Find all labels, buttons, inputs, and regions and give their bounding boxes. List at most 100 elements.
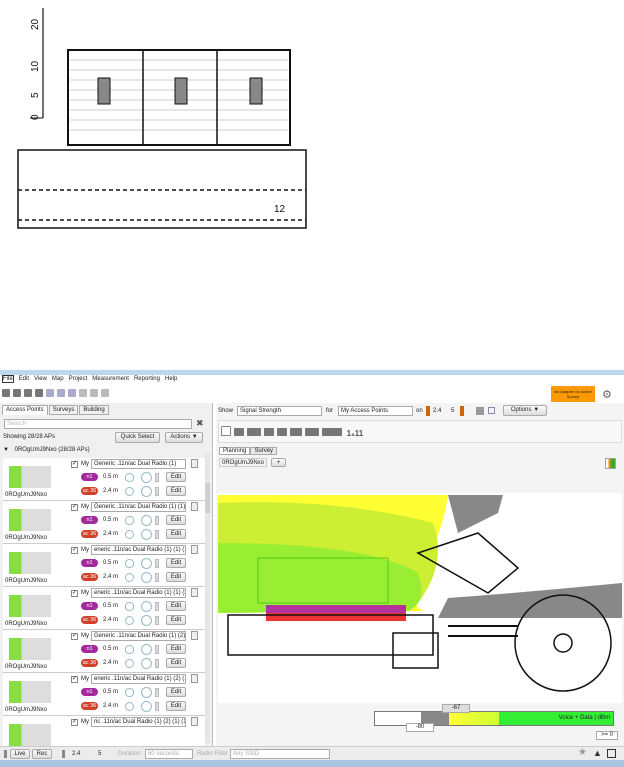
- menu-measurement[interactable]: Measurement: [92, 376, 129, 382]
- edit-radio-button[interactable]: Edit: [166, 615, 186, 625]
- antenna-direction-icon[interactable]: [141, 529, 152, 540]
- grid-icon[interactable]: [24, 389, 32, 397]
- ap-name-input[interactable]: ric .11n/ac Dual Radio (1) (2) (1) (1): [91, 717, 186, 727]
- grid-view-icon[interactable]: [234, 428, 244, 436]
- collapse-up-icon[interactable]: ▲: [593, 748, 602, 758]
- for-select[interactable]: My Access Points: [338, 406, 413, 416]
- status-band-5[interactable]: 5: [98, 751, 101, 757]
- open-icon[interactable]: [2, 389, 10, 397]
- ap-name-input[interactable]: Generic .11n/ac Dual Radio (1) (1): [91, 502, 186, 512]
- image-icon[interactable]: [247, 428, 261, 436]
- tab-access-points[interactable]: Access Points: [2, 405, 48, 415]
- ap-copy-icon[interactable]: [191, 588, 198, 597]
- ap-copy-icon[interactable]: [191, 502, 198, 511]
- power-slider[interactable]: [155, 516, 159, 525]
- menu-help[interactable]: Help: [165, 376, 177, 382]
- antenna-direction-icon[interactable]: [141, 615, 152, 626]
- edit-radio-button[interactable]: Edit: [166, 486, 186, 496]
- band-5[interactable]: 5: [451, 408, 454, 414]
- zoom-in-icon[interactable]: [46, 389, 54, 397]
- antenna-pattern-icon[interactable]: [125, 473, 134, 482]
- checkbox[interactable]: [488, 407, 495, 414]
- tab-survey[interactable]: Survey: [250, 447, 278, 455]
- band-24[interactable]: 2.4: [433, 408, 441, 414]
- menu-edit[interactable]: Edit: [19, 376, 29, 382]
- ap-list-item[interactable]: 0ROgUmJ9Nxo ✓ My eneric .11n/ac Dual Rad…: [3, 673, 205, 716]
- ap-list-item[interactable]: 0ROgUmJ9Nxo ✓ My Generic .11n/ac Dual Ra…: [3, 458, 205, 501]
- ap-copy-icon[interactable]: [191, 674, 198, 683]
- power-slider[interactable]: [155, 645, 159, 654]
- legend-threshold-max[interactable]: >= 0: [596, 731, 618, 740]
- live-button[interactable]: Live: [10, 749, 30, 759]
- heatmap-map[interactable]: [218, 493, 622, 703]
- ap-copy-icon[interactable]: [191, 545, 198, 554]
- ap-name-input[interactable]: Generic .11n/ac Dual Radio (1): [91, 459, 186, 469]
- power-slider[interactable]: [155, 616, 159, 625]
- edit-radio-button[interactable]: Edit: [166, 701, 186, 711]
- chart-report-icon[interactable]: [605, 458, 616, 469]
- wall-icon[interactable]: [264, 428, 274, 436]
- power-slider[interactable]: [155, 473, 159, 482]
- antenna-direction-icon[interactable]: [141, 486, 152, 497]
- zoom-fit-icon[interactable]: [68, 389, 76, 397]
- actions-button[interactable]: Actions ▼: [165, 432, 203, 443]
- edit-radio-button[interactable]: Edit: [166, 658, 186, 668]
- power-slider[interactable]: [155, 573, 159, 582]
- antenna-pattern-icon[interactable]: [125, 516, 134, 525]
- menu-file[interactable]: File: [2, 375, 14, 383]
- status-band-24[interactable]: 2.4: [72, 751, 80, 757]
- duration-select[interactable]: 60 seconds: [145, 749, 193, 759]
- ap-list-item[interactable]: 0ROgUmJ9Nxo ✓ My Generic .11n/ac Dual Ra…: [3, 630, 205, 673]
- show-select[interactable]: Signal Strength: [237, 406, 322, 416]
- channel-zoom-label[interactable]: 1₆11: [347, 429, 364, 438]
- ap-name-input[interactable]: eneric .11n/ac Dual Radio (1) (1) (1): [91, 545, 186, 555]
- antenna-direction-icon[interactable]: [141, 658, 152, 669]
- building-icon[interactable]: [305, 428, 319, 436]
- rec-button[interactable]: Rec: [32, 749, 52, 759]
- radio-filter-select[interactable]: Any SSID: [230, 749, 330, 759]
- ap-checkbox[interactable]: ✓: [71, 633, 78, 640]
- menu-view[interactable]: View: [34, 376, 47, 382]
- antenna-pattern-icon[interactable]: [125, 602, 134, 611]
- antenna-direction-icon[interactable]: [141, 472, 152, 483]
- legend-threshold-min[interactable]: -80: [406, 723, 434, 732]
- ap-name-input[interactable]: Generic .11n/ac Dual Radio (1) (2): [91, 631, 186, 641]
- refresh-icon[interactable]: [476, 407, 484, 415]
- clear-search-icon[interactable]: ✖: [196, 418, 204, 429]
- antenna-pattern-icon[interactable]: [125, 487, 134, 496]
- settings-gear-icon[interactable]: ⚙: [602, 388, 612, 401]
- antenna-direction-icon[interactable]: [141, 644, 152, 655]
- power-slider[interactable]: [155, 559, 159, 568]
- antenna-pattern-icon[interactable]: [125, 688, 134, 697]
- ap-copy-icon[interactable]: [191, 717, 198, 726]
- antenna-pattern-icon[interactable]: [125, 616, 134, 625]
- edit-radio-button[interactable]: Edit: [166, 472, 186, 482]
- redo-icon[interactable]: [101, 389, 109, 397]
- antenna-direction-icon[interactable]: [141, 701, 152, 712]
- popout-icon[interactable]: [607, 749, 616, 758]
- collapse-icon[interactable]: ▼: [3, 447, 11, 453]
- legend-threshold-top[interactable]: -67: [442, 704, 470, 713]
- ap-name-input[interactable]: eneric .11n/ac Dual Radio (1) (2) (1): [91, 674, 186, 684]
- zoom-out-icon[interactable]: [57, 389, 65, 397]
- copy-icon[interactable]: [277, 428, 287, 436]
- power-slider[interactable]: [155, 602, 159, 611]
- options-button[interactable]: Options ▼: [503, 405, 547, 416]
- ap-checkbox[interactable]: ✓: [71, 590, 78, 597]
- tab-planning[interactable]: Planning: [219, 447, 251, 455]
- edit-radio-button[interactable]: Edit: [166, 515, 186, 525]
- antenna-direction-icon[interactable]: [141, 601, 152, 612]
- search-input[interactable]: Search: [4, 419, 192, 429]
- antenna-pattern-icon[interactable]: [125, 659, 134, 668]
- edit-radio-button[interactable]: Edit: [166, 572, 186, 582]
- edit-radio-button[interactable]: Edit: [166, 558, 186, 568]
- antenna-direction-icon[interactable]: [141, 687, 152, 698]
- chart-icon[interactable]: [79, 389, 87, 397]
- edit-radio-button[interactable]: Edit: [166, 644, 186, 654]
- power-slider[interactable]: [155, 659, 159, 668]
- antenna-direction-icon[interactable]: [141, 572, 152, 583]
- ap-checkbox[interactable]: ✓: [71, 504, 78, 511]
- ap-copy-icon[interactable]: [191, 459, 198, 468]
- edit-radio-button[interactable]: Edit: [166, 529, 186, 539]
- city-zoom-icon[interactable]: [322, 428, 342, 436]
